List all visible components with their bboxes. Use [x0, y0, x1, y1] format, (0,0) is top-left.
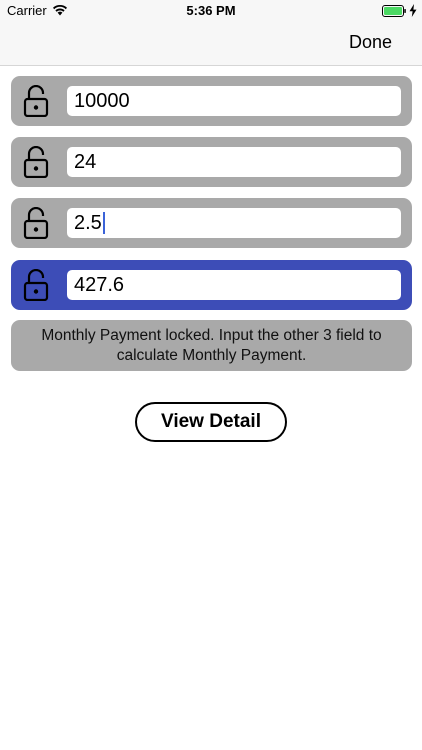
monthly-payment-row: 427.6 — [11, 260, 412, 310]
view-detail-button[interactable]: View Detail — [135, 402, 287, 442]
loan-amount-input[interactable]: 10000 — [67, 86, 401, 116]
interest-rate-value: 2.5 — [74, 211, 102, 234]
loan-amount-row: 10000 — [11, 76, 412, 126]
done-button[interactable]: Done — [349, 32, 392, 53]
unlocked-lock-icon[interactable] — [23, 269, 49, 301]
unlocked-lock-icon[interactable] — [23, 146, 49, 178]
clock: 5:36 PM — [186, 3, 236, 18]
interest-rate-row: 2.5 — [11, 198, 412, 248]
monthly-payment-input[interactable]: 427.6 — [67, 270, 401, 300]
interest-rate-input[interactable]: 2.5 — [67, 208, 401, 238]
term-value: 24 — [74, 150, 97, 173]
unlocked-lock-icon[interactable] — [23, 207, 49, 239]
status-bar: Carrier 5:36 PM — [0, 0, 422, 22]
battery-icon — [382, 5, 406, 17]
charging-bolt-icon — [409, 4, 417, 17]
term-row: 24 — [11, 137, 412, 187]
navigation-bar: Done — [0, 22, 422, 66]
unlocked-lock-icon[interactable] — [23, 85, 49, 117]
info-message-text: Monthly Payment locked. Input the other … — [41, 327, 382, 364]
info-message-box: Monthly Payment locked. Input the other … — [11, 320, 412, 371]
monthly-payment-value: 427.6 — [74, 273, 125, 296]
text-caret — [102, 212, 105, 234]
term-input[interactable]: 24 — [67, 147, 401, 177]
loan-amount-value: 10000 — [74, 89, 130, 112]
